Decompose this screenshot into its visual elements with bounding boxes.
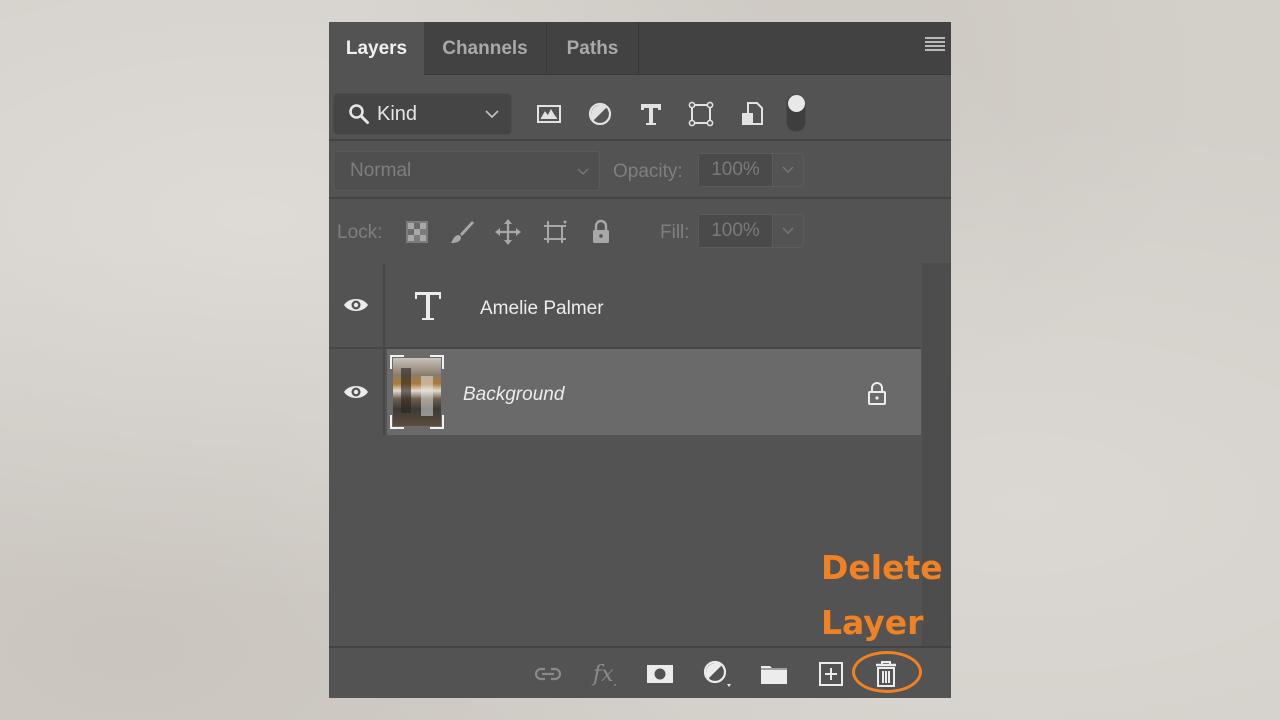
link-layers-icon <box>534 667 562 681</box>
annotation-line-1: Delete <box>821 548 943 587</box>
layer-lock-icon[interactable] <box>866 382 888 406</box>
layer-name: Background <box>463 384 565 405</box>
shape-layer-filter-icon[interactable] <box>687 100 715 128</box>
lock-all-icon[interactable] <box>587 218 615 246</box>
type-layer-filter-icon[interactable] <box>637 100 665 128</box>
layer-body[interactable]: Amelie Palmer <box>387 263 921 347</box>
svg-text:fx: fx <box>591 662 614 687</box>
opacity-field[interactable]: 100% <box>698 153 804 187</box>
layer-row-selected[interactable]: Background <box>329 349 921 435</box>
fill-field[interactable]: 100% <box>698 214 804 248</box>
chevron-down-icon <box>485 110 499 119</box>
layer-style-fx-icon: fx <box>591 662 616 687</box>
layer-thumbnail <box>390 355 444 429</box>
lock-transparent-pixels-icon[interactable] <box>403 218 431 246</box>
lock-row: Lock: Fill: 100% <box>329 201 951 263</box>
panel-tab-bar: Layers Channels Paths <box>329 22 951 76</box>
add-mask-button[interactable] <box>645 660 675 688</box>
blend-mode-select[interactable]: Normal <box>333 151 600 191</box>
new-group-icon <box>761 666 787 684</box>
link-layers-button[interactable] <box>533 660 563 688</box>
adjustment-layer-filter-icon[interactable] <box>586 100 614 128</box>
layer-filter-row: Kind <box>329 76 951 141</box>
pixel-layer-filter-icon[interactable] <box>535 100 563 128</box>
delete-button-highlight-ring <box>852 651 922 693</box>
tab-paths[interactable]: Paths <box>547 22 639 75</box>
chevron-down-icon <box>782 166 794 173</box>
annotation-line-2: Layer <box>821 603 924 642</box>
hamburger-menu-icon[interactable] <box>925 37 945 53</box>
lock-position-icon[interactable] <box>494 218 522 246</box>
delete-layer-annotation: Delete Layer <box>821 540 943 650</box>
layer-name: Amelie Palmer <box>480 298 604 319</box>
new-fill-adjustment-layer-icon <box>703 660 731 687</box>
blend-mode-row: Normal Opacity: 100% <box>329 143 951 199</box>
new-layer-icon <box>819 662 843 686</box>
type-layer-icon <box>415 292 441 320</box>
visibility-toggle[interactable] <box>329 263 385 347</box>
new-group-button[interactable] <box>759 660 789 688</box>
tab-channels[interactable]: Channels <box>424 22 547 75</box>
visibility-toggle[interactable] <box>329 349 385 435</box>
layer-style-button[interactable]: fx <box>591 660 621 688</box>
toggle-knob <box>788 95 805 112</box>
tab-layers[interactable]: Layers <box>329 22 424 76</box>
layer-body[interactable]: Background <box>387 349 921 435</box>
new-layer-button[interactable] <box>816 660 846 688</box>
layer-row[interactable]: Amelie Palmer <box>329 263 921 349</box>
eye-icon <box>344 299 368 311</box>
fill-value[interactable]: 100% <box>699 215 773 247</box>
fill-label: Fill: <box>660 222 690 243</box>
search-icon <box>349 104 369 124</box>
lock-image-pixels-icon[interactable] <box>448 218 476 246</box>
add-mask-icon <box>647 665 673 683</box>
chevron-down-icon <box>577 168 589 175</box>
lock-label: Lock: <box>337 222 383 243</box>
blend-mode-value: Normal <box>350 160 412 181</box>
opacity-label: Opacity: <box>613 161 683 182</box>
lock-artboard-icon[interactable] <box>541 218 569 246</box>
filter-kind-select[interactable]: Kind <box>333 93 512 135</box>
fill-dropdown-button[interactable] <box>773 215 803 247</box>
eye-icon <box>344 386 368 398</box>
smart-object-filter-icon[interactable] <box>738 100 766 128</box>
opacity-dropdown-button[interactable] <box>773 154 803 186</box>
new-adjustment-layer-button[interactable] <box>702 660 732 688</box>
chevron-down-icon <box>782 227 794 234</box>
filter-toggle-switch[interactable] <box>786 94 806 132</box>
filter-kind-label: Kind <box>377 102 418 125</box>
opacity-value[interactable]: 100% <box>699 154 773 186</box>
